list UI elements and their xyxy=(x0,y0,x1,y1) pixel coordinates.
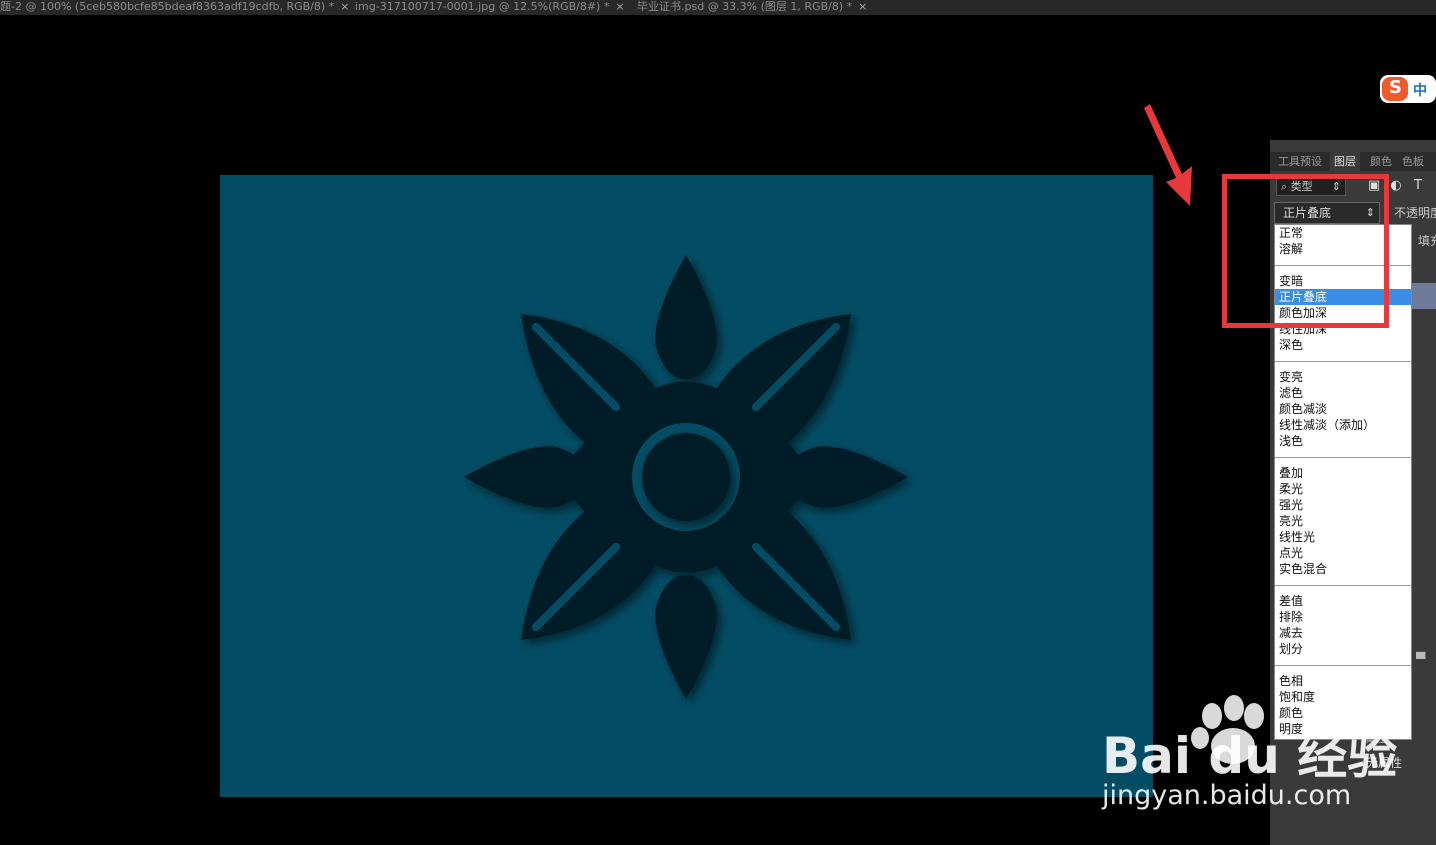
drop-shape xyxy=(655,575,717,699)
menu-divider xyxy=(1275,577,1411,593)
close-icon[interactable]: × xyxy=(340,0,349,13)
blend-option-lighter-color[interactable]: 浅色 xyxy=(1275,433,1411,449)
blend-option-hard-mix[interactable]: 实色混合 xyxy=(1275,561,1411,577)
panel-tabbar: 工具预设 图层 颜色 色板 xyxy=(1270,152,1436,171)
blend-option-pin-light[interactable]: 点光 xyxy=(1275,545,1411,561)
blend-option-subtract[interactable]: 减去 xyxy=(1275,625,1411,641)
blend-option-linear-dodge[interactable]: 线性减淡（添加） xyxy=(1275,417,1411,433)
blend-option-hue[interactable]: 色相 xyxy=(1275,673,1411,689)
baidu-watermark-brand: Bai du 经验 xyxy=(1102,727,1398,785)
document-tab[interactable]: 题-2 @ 100% (5ceb580bcfe85bdeaf8363adf19c… xyxy=(0,0,349,15)
tab-color[interactable]: 颜色 xyxy=(1370,152,1392,171)
center-circle-shape xyxy=(642,433,730,521)
blend-option-lighten[interactable]: 变亮 xyxy=(1275,369,1411,385)
document-tab-bar: 题-2 @ 100% (5ceb580bcfe85bdeaf8363adf19c… xyxy=(0,0,1436,15)
type-filter-icon[interactable]: T xyxy=(1410,178,1426,194)
drop-shape xyxy=(784,446,908,508)
document-canvas[interactable] xyxy=(220,175,1153,797)
blend-option-screen[interactable]: 滤色 xyxy=(1275,385,1411,401)
blend-option-soft-light[interactable]: 柔光 xyxy=(1275,481,1411,497)
close-icon[interactable]: × xyxy=(858,0,867,13)
adjustment-filter-icon[interactable]: ◐ xyxy=(1388,178,1404,194)
selected-layer-row[interactable] xyxy=(1410,283,1436,309)
close-icon[interactable]: × xyxy=(615,0,624,13)
tab-label: 毕业证书.psd @ 33.3% (图层 1, RGB/8) * xyxy=(637,0,853,13)
folder-icon[interactable]: ▀ xyxy=(1416,652,1425,666)
tab-layers[interactable]: 图层 xyxy=(1330,152,1360,171)
sogou-mode-label: 中 xyxy=(1413,83,1427,99)
sogou-logo-icon: S xyxy=(1389,77,1402,98)
tab-label: 题-2 @ 100% (5ceb580bcfe85bdeaf8363adf19c… xyxy=(0,0,335,13)
tab-label: img-317100717-0001.jpg @ 12.5%(RGB/8#) * xyxy=(355,0,610,13)
blend-option-exclusion[interactable]: 排除 xyxy=(1275,609,1411,625)
menu-divider xyxy=(1275,449,1411,465)
blend-option-divide[interactable]: 划分 xyxy=(1275,641,1411,657)
menu-divider xyxy=(1275,353,1411,369)
blend-option-hard-light[interactable]: 强光 xyxy=(1275,497,1411,513)
drop-shape xyxy=(464,446,588,508)
blend-option-linear-light[interactable]: 线性光 xyxy=(1275,529,1411,545)
blend-option-difference[interactable]: 差值 xyxy=(1275,593,1411,609)
drop-shape xyxy=(655,255,717,379)
annotation-arrow-icon xyxy=(1144,104,1192,206)
blend-option-vivid-light[interactable]: 亮光 xyxy=(1275,513,1411,529)
flower-artwork xyxy=(464,255,908,699)
annotation-highlight-box xyxy=(1222,174,1389,328)
baidu-watermark-url: jingyan.baidu.com xyxy=(1102,780,1352,811)
blend-option-color-dodge[interactable]: 颜色减淡 xyxy=(1275,401,1411,417)
tab-swatches[interactable]: 色板 xyxy=(1402,152,1424,171)
blend-option-darker-color[interactable]: 深色 xyxy=(1275,337,1411,353)
tab-tool-presets[interactable]: 工具预设 xyxy=(1278,152,1322,171)
blend-option-overlay[interactable]: 叠加 xyxy=(1275,465,1411,481)
sogou-ime-badge[interactable]: S 中 xyxy=(1380,74,1436,104)
document-tab[interactable]: 毕业证书.psd @ 33.3% (图层 1, RGB/8) * × xyxy=(637,0,867,15)
document-tab[interactable]: img-317100717-0001.jpg @ 12.5%(RGB/8#) *… xyxy=(355,0,625,15)
opacity-label: 不透明度 xyxy=(1394,206,1436,220)
fill-label: 填充 xyxy=(1418,234,1436,248)
menu-divider xyxy=(1275,657,1411,673)
